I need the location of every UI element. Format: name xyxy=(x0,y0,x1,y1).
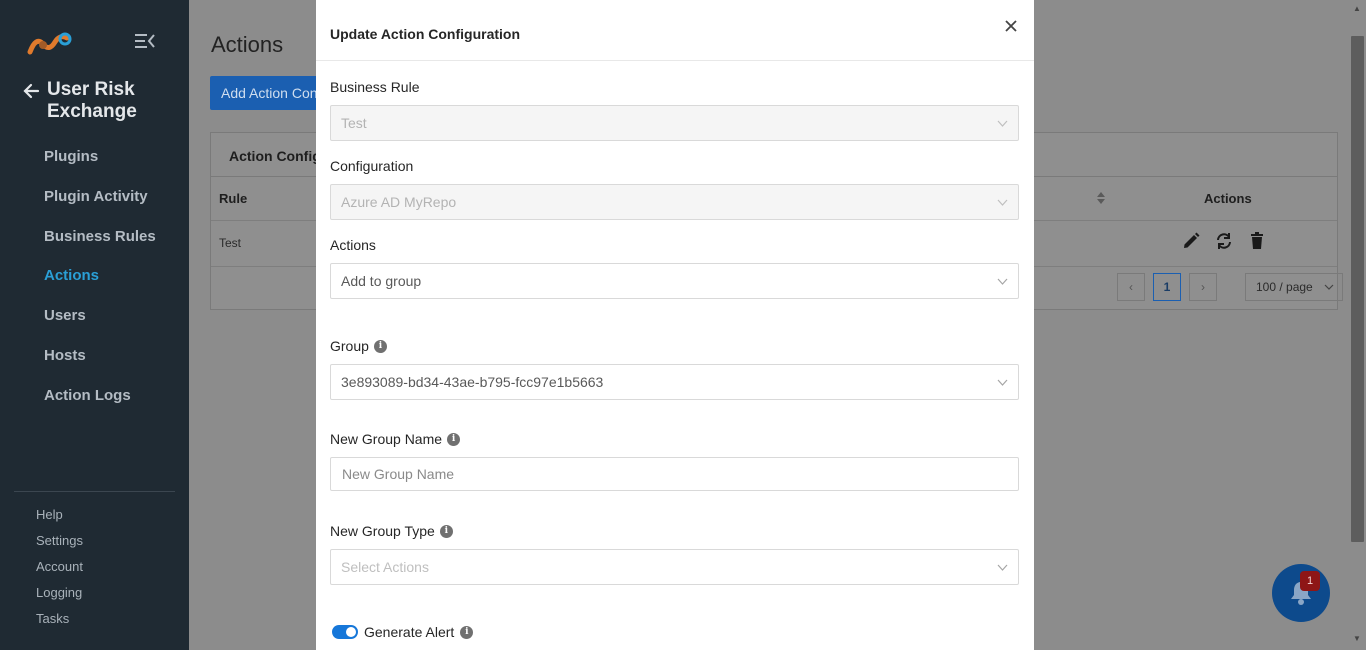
chevron-down-icon xyxy=(997,278,1008,285)
configuration-label-text: Configuration xyxy=(330,158,414,174)
app-title: User Risk Exchange xyxy=(47,79,137,122)
configuration-select[interactable]: Azure AD MyRepo xyxy=(330,184,1019,220)
info-icon[interactable]: i xyxy=(447,432,461,446)
info-icon[interactable]: i xyxy=(460,625,474,639)
configuration-value: Azure AD MyRepo xyxy=(341,194,457,210)
sort-icon[interactable] xyxy=(1097,192,1105,204)
new-group-name-label-text: New Group Name xyxy=(330,431,443,447)
sidebar: User Risk Exchange Plugins Plugin Activi… xyxy=(0,0,189,650)
nav-hosts[interactable]: Hosts xyxy=(44,344,156,384)
notification-count-badge: 1 xyxy=(1300,571,1320,591)
nav-logging[interactable]: Logging xyxy=(36,584,83,610)
business-rule-select[interactable]: Test xyxy=(330,105,1019,141)
page-size-value: 100 / page xyxy=(1256,280,1313,294)
group-select[interactable]: 3e893089-bd34-43ae-b795-fcc97e1b5663 xyxy=(330,364,1019,400)
column-header-actions: Actions xyxy=(1204,191,1252,206)
group-label: Group i xyxy=(330,338,387,354)
page-number-button[interactable]: 1 xyxy=(1153,273,1181,301)
sidebar-sub-nav: Help Settings Account Logging Tasks xyxy=(36,506,83,636)
chevron-down-icon xyxy=(997,199,1008,206)
actions-label: Actions xyxy=(330,237,376,253)
configuration-label: Configuration xyxy=(330,158,413,174)
business-rule-label-text: Business Rule xyxy=(330,79,420,95)
modal-header: Update Action Configuration xyxy=(316,0,1034,61)
row-action-icons xyxy=(1181,231,1267,251)
pagination: ‹ 1 › 100 / page xyxy=(1117,273,1343,301)
chevron-down-icon xyxy=(997,120,1008,127)
prev-page-button[interactable]: ‹ xyxy=(1117,273,1145,301)
nav-action-logs[interactable]: Action Logs xyxy=(44,384,156,424)
back-to-plugin-link[interactable]: User Risk Exchange xyxy=(22,79,167,123)
actions-label-text: Actions xyxy=(330,237,376,253)
new-group-type-label-text: New Group Type xyxy=(330,523,435,539)
nav-plugins[interactable]: Plugins xyxy=(44,145,156,185)
chevron-down-icon xyxy=(997,564,1008,571)
modal-title: Update Action Configuration xyxy=(330,26,521,42)
page-scrollbar[interactable]: ▲ ▼ xyxy=(1349,0,1366,650)
info-icon[interactable]: i xyxy=(373,339,387,353)
page-size-select[interactable]: 100 / page xyxy=(1245,273,1343,301)
nav-tasks[interactable]: Tasks xyxy=(36,610,83,636)
next-page-button[interactable]: › xyxy=(1189,273,1217,301)
nav-settings[interactable]: Settings xyxy=(36,532,83,558)
refresh-icon[interactable] xyxy=(1214,231,1234,251)
nav-plugin-activity[interactable]: Plugin Activity xyxy=(44,185,156,225)
arrow-left-icon xyxy=(23,83,40,99)
group-label-text: Group xyxy=(330,338,369,354)
generate-alert-toggle[interactable] xyxy=(332,625,358,639)
column-header-rule[interactable]: Rule xyxy=(219,191,247,206)
business-rule-label: Business Rule xyxy=(330,79,420,95)
menu-collapse-icon[interactable] xyxy=(135,33,155,49)
close-icon[interactable] xyxy=(1004,19,1018,33)
scroll-down-arrow-icon[interactable]: ▼ xyxy=(1353,634,1361,643)
toggle-knob xyxy=(346,627,356,637)
nav-actions[interactable]: Actions xyxy=(44,264,156,304)
chevron-down-icon xyxy=(997,379,1008,386)
generate-alert-label: Generate Alert i xyxy=(364,624,474,640)
edit-icon[interactable] xyxy=(1181,231,1201,251)
chevron-down-icon xyxy=(1324,284,1334,290)
sidebar-nav: Plugins Plugin Activity Business Rules A… xyxy=(44,145,156,424)
generate-alert-label-text: Generate Alert xyxy=(364,624,455,640)
page-title: Actions xyxy=(211,32,284,57)
table-cell-rule: Test xyxy=(219,236,242,250)
group-value: 3e893089-bd34-43ae-b795-fcc97e1b5663 xyxy=(341,374,604,390)
actions-value: Add to group xyxy=(341,273,422,289)
nav-help[interactable]: Help xyxy=(36,506,83,532)
business-rule-value: Test xyxy=(341,115,367,131)
new-group-type-select[interactable]: Select Actions xyxy=(330,549,1019,585)
actions-select[interactable]: Add to group xyxy=(330,263,1019,299)
new-group-type-placeholder: Select Actions xyxy=(341,559,429,575)
update-action-configuration-modal: Update Action Configuration Business Rul… xyxy=(316,0,1034,650)
delete-icon[interactable] xyxy=(1247,231,1267,251)
new-group-name-label: New Group Name i xyxy=(330,431,461,447)
new-group-name-placeholder: New Group Name xyxy=(342,466,455,482)
new-group-type-label: New Group Type i xyxy=(330,523,453,539)
netskope-logo-icon xyxy=(27,32,72,55)
nav-users[interactable]: Users xyxy=(44,304,156,344)
nav-business-rules[interactable]: Business Rules xyxy=(44,225,156,265)
scrollbar-thumb[interactable] xyxy=(1351,36,1364,542)
sidebar-divider xyxy=(14,491,175,492)
info-icon[interactable]: i xyxy=(439,524,453,538)
nav-account[interactable]: Account xyxy=(36,558,83,584)
scroll-up-arrow-icon[interactable]: ▲ xyxy=(1353,4,1361,13)
new-group-name-input[interactable]: New Group Name xyxy=(330,457,1019,491)
